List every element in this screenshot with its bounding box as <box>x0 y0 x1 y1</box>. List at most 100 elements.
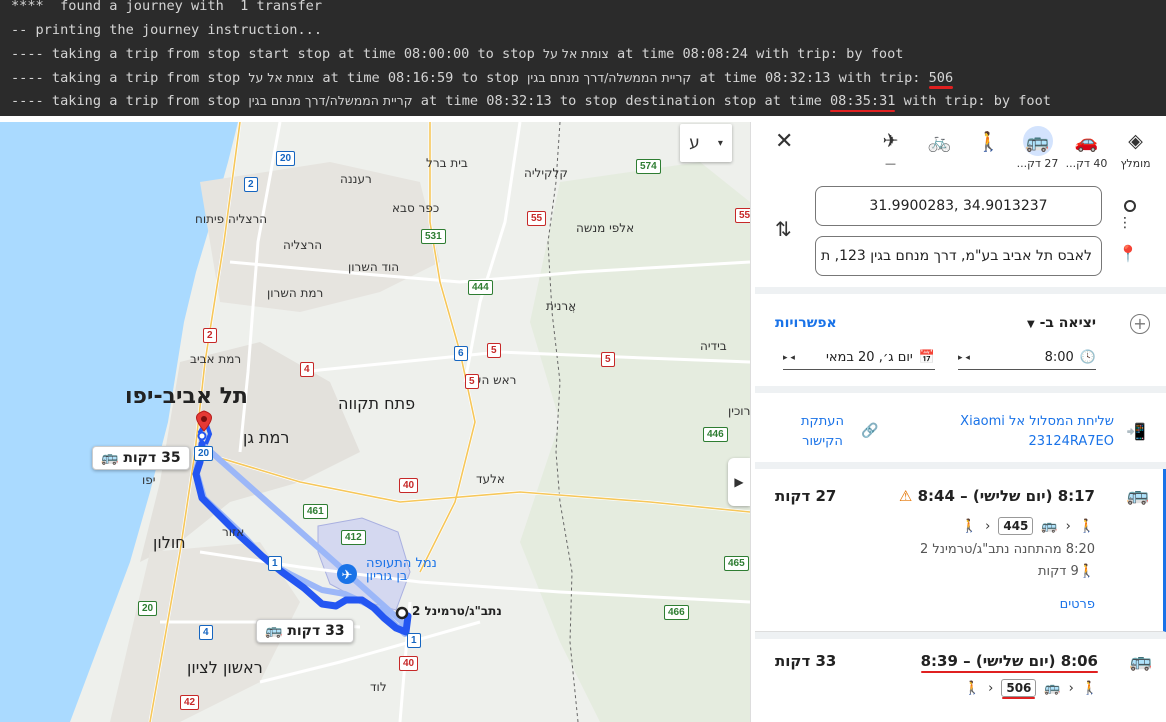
terminal-line: ---- taking a trip from stop צומת אל על … <box>11 66 1166 90</box>
map-place-label: פתח תקווה <box>338 394 416 413</box>
walk-text: 9 דקות <box>1037 564 1079 579</box>
send-to-phone-icon[interactable]: 📲 <box>1126 422 1146 441</box>
depart-label: יציאה ב- <box>1039 315 1096 331</box>
flight-mode-button[interactable]: ✈ — <box>866 126 915 170</box>
chevron-icon: ‹ <box>1065 518 1071 534</box>
terminal-text: ---- taking a trip from stop start stop … <box>11 46 543 63</box>
route-steps: 🚶 ‹ 🚌 506 ‹ 🚶 <box>963 679 1098 699</box>
best-icon: ◈ <box>1128 130 1143 152</box>
close-icon[interactable]: ✕ <box>775 129 793 154</box>
map-place-label: תל אביב-יפו <box>125 384 248 409</box>
dropdown-arrow-icon: ▼ <box>1027 319 1035 330</box>
terminal-text: at time 08:16:59 to stop <box>314 69 528 86</box>
route-time-badge[interactable]: 33 דקות 🚌 <box>256 619 354 643</box>
road-shield: 446 <box>703 427 728 442</box>
road-shield: 20 <box>194 446 214 461</box>
time-stepper[interactable]: ◂ ▸ <box>958 353 970 363</box>
route-time-label: 35 דקות <box>123 450 181 466</box>
map-place-label: רמת השרון <box>267 286 324 300</box>
layer-toggle-button[interactable]: ע ▾ <box>680 124 732 162</box>
chevron-icon: ‹ <box>988 680 994 696</box>
road-shield: 5 <box>487 343 501 358</box>
walk-mode-button[interactable]: 🚶 <box>964 126 1013 157</box>
map-place-label: רעננה <box>340 172 372 186</box>
date-picker[interactable]: 📅 יום ג׳, 20 במאי ◂ ▸ <box>783 346 935 370</box>
depart-dropdown[interactable]: יציאה ב- ▼ <box>1027 315 1096 331</box>
road-shield: 5 <box>465 374 479 389</box>
terminal-text: צומת אל על <box>248 69 315 85</box>
divider <box>755 462 1166 469</box>
bus-number: 445 <box>998 517 1034 535</box>
date-value: יום ג׳, 20 במאי <box>825 350 913 365</box>
map-place-label: רמת אביב <box>190 352 242 366</box>
options-link[interactable]: אפשרויות <box>775 315 837 331</box>
mode-label: 27 דק... <box>1016 157 1059 170</box>
map-place-label: כפר סבא <box>392 201 440 215</box>
add-stop-icon[interactable]: + <box>1130 314 1150 334</box>
send-route-line2: 23124RA7EO <box>1028 434 1114 449</box>
bus-icon: 🚌 <box>1129 651 1152 672</box>
map-place-label: לוד <box>370 680 387 694</box>
map-place-label: רוכין <box>728 404 750 418</box>
details-link[interactable]: פרטים <box>1060 597 1095 612</box>
origin-field[interactable]: 31.9900283, 34.9013237 <box>815 186 1102 226</box>
send-route-link[interactable]: שליחת המסלול אל Xiaomi 23124RA7EO <box>960 412 1114 452</box>
collapse-panel-button[interactable]: ▶ <box>728 458 750 506</box>
walk-duration: 🚶9 דקות <box>1038 564 1095 579</box>
map-place-label: יפו <box>142 473 156 487</box>
link-icon[interactable]: 🔗 <box>861 423 878 439</box>
terminal-text: ---- taking a trip from stop <box>11 69 249 86</box>
walk-icon: 🚶 <box>963 680 981 696</box>
date-stepper[interactable]: ◂ ▸ <box>783 353 795 363</box>
destination-pin-icon: 📍 <box>1118 244 1138 263</box>
route-option[interactable]: 🚌 8:06 (יום שלישי) – 8:39 33 דקות 🚶 ‹ 🚌 50… <box>755 639 1166 722</box>
road-shield: 2 <box>244 177 258 192</box>
map-place-label: חולון <box>153 533 186 552</box>
road-shield: 40 <box>399 478 419 493</box>
terminal-text: צומת אל על <box>542 46 609 62</box>
route-time-badge[interactable]: 35 דקות 🚌 <box>92 446 190 470</box>
route-time-range: 8:06 (יום שלישי) – 8:39 <box>921 652 1098 670</box>
copy-link-button[interactable]: העתקת הקישור <box>801 412 844 452</box>
route-option[interactable]: 🚌 8:17 (יום שלישי) – 8:44 ⚠ 27 דקות 🚶 ‹ 🚌… <box>755 469 1166 632</box>
chevron-icon: ‹ <box>985 518 991 534</box>
copy-link-line1: העתקת <box>801 414 844 429</box>
road-shield: 6 <box>454 346 468 361</box>
map-place-label: הוד השרון <box>348 260 400 274</box>
send-route-line1: שליחת המסלול אל Xiaomi <box>960 414 1114 429</box>
bike-mode-button[interactable]: 🚲 <box>915 126 964 157</box>
transit-mode-button[interactable]: 🚌 27 דק... <box>1013 126 1062 170</box>
mode-label: 40 דק... <box>1065 157 1108 170</box>
divider <box>755 386 1166 393</box>
dropdown-arrow-icon: ▾ <box>717 137 723 149</box>
terminal-line: -- printing the journey instruction... <box>11 19 1166 43</box>
road-shield: 465 <box>724 556 749 571</box>
time-value: 8:00 <box>1044 350 1074 365</box>
terminal-line: ---- taking a trip from stop קריית הממשל… <box>11 89 1166 113</box>
route-time-label: 33 דקות <box>287 623 345 639</box>
terminal-text: **** found a journey with 1 transfer <box>11 0 322 14</box>
time-picker[interactable]: 🕓 8:00 ◂ ▸ <box>958 346 1096 370</box>
map-place-label: ראשון לציון <box>187 658 263 677</box>
road-shield: 40 <box>399 656 419 671</box>
destination-field[interactable]: לאבס תל אביב בע"מ, דרך מנחם בגין 123, ת <box>815 236 1102 276</box>
layer-label: ע <box>689 133 700 153</box>
map-place-label: בית ברל <box>426 156 468 170</box>
terminal-text: קריית הממשלה/דרך מנחם בגין <box>527 69 692 85</box>
map-canvas: ✈ <box>0 122 750 722</box>
terminal-text: ---- taking a trip from stop <box>11 93 249 110</box>
road-shield: 55 <box>527 211 547 226</box>
terminal-text: 08:35:31 <box>830 93 896 110</box>
route-duration: 27 דקות <box>775 487 837 505</box>
terminal-output: **** found a journey with 1 transfer -- p… <box>0 0 1166 116</box>
best-mode-button[interactable]: ◈ מומלץ <box>1111 126 1160 170</box>
road-shield: 4 <box>300 362 314 377</box>
drive-mode-button[interactable]: 🚗 40 דק... <box>1062 126 1111 171</box>
more-vert-icon: ⋮ <box>1118 215 1132 231</box>
map-view[interactable]: ✈ תל אביב-יפו רמת גן פתח תקווה חולון ראשון ל… <box>0 122 750 722</box>
road-shield: 1 <box>407 633 421 648</box>
map-place-label: בן גוריון <box>366 569 408 584</box>
road-shield: 466 <box>664 605 689 620</box>
road-shield: 444 <box>468 280 493 295</box>
swap-icon[interactable]: ⇅ <box>775 217 792 241</box>
